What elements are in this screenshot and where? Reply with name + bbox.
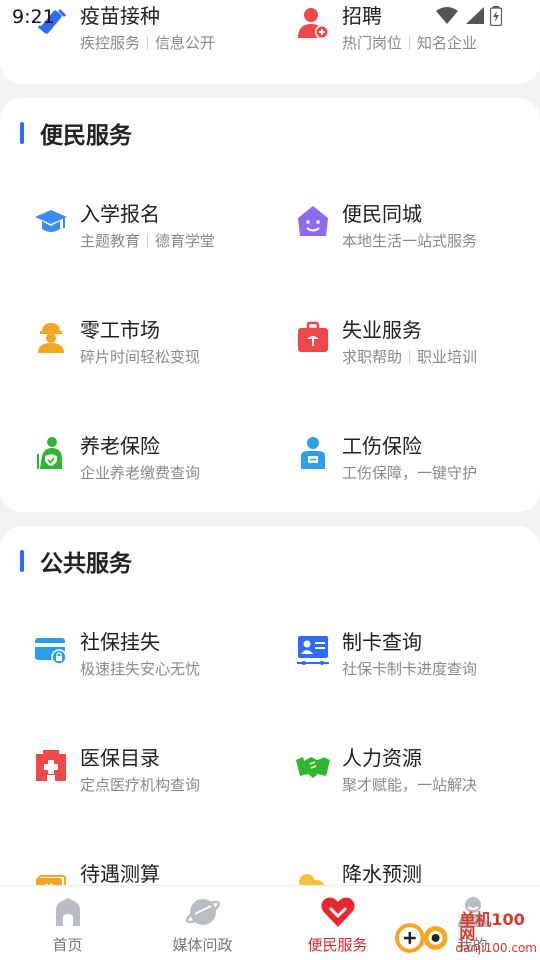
section-title: 公共服务 [40, 551, 132, 577]
sub-text: 本地生活一站式服务 [342, 232, 478, 250]
section-title: 便民服务 [40, 123, 132, 149]
service-title: 失业服务 [342, 318, 422, 342]
sub-text: 知名企业 [417, 34, 478, 52]
sub-text: 热门岗位 [342, 34, 403, 52]
service-pension-insurance[interactable]: 养老保险 企业养老缴费查询 [34, 430, 284, 500]
service-subtitle: 企业养老缴费查询 [80, 462, 200, 483]
service-subtitle: 本地生活一站式服务 [342, 230, 477, 251]
service-subtitle: 碎片时间轻松变现 [80, 346, 200, 367]
sub-text: 工伤保障，一键守护 [342, 464, 478, 482]
heart-hands-icon [320, 897, 355, 927]
planet-icon [185, 899, 220, 925]
injured-person-icon [301, 437, 325, 469]
sub-text: 德育学堂 [155, 232, 216, 250]
elderly-shield-icon [37, 437, 62, 469]
service-gig-market[interactable]: 零工市场 碎片时间轻松变现 [34, 314, 284, 384]
tab-home[interactable]: 首页 [0, 886, 135, 960]
service-title: 零工市场 [80, 318, 160, 342]
system-icons [436, 6, 502, 26]
graduation-cap-icon [35, 210, 67, 232]
wifi-icon [436, 7, 458, 24]
divider [147, 233, 149, 248]
service-title: 养老保险 [80, 434, 160, 458]
home-icon [55, 898, 80, 926]
section-header: 公共服务 [20, 544, 132, 578]
section-header: 便民服务 [20, 116, 132, 150]
sub-text: 极速挂失安心无忧 [80, 660, 201, 678]
tab-media[interactable]: 媒体问政 [135, 886, 270, 960]
briefcase-icon [298, 321, 328, 352]
sub-text: 聚才赋能，一站解决 [342, 776, 478, 794]
divider [409, 35, 411, 50]
section-accent-bar [20, 122, 24, 144]
service-card-loss[interactable]: 社保挂失 极速挂失安心无忧 [34, 626, 284, 696]
handshake-icon [296, 757, 330, 778]
sub-text: 疾控服务 [80, 34, 141, 52]
service-subtitle: 热门岗位 知名企业 [342, 32, 477, 53]
watermark-text-block: 单机100网 danji100.com [455, 910, 540, 956]
divider [409, 349, 411, 364]
sub-text: 职业培训 [417, 348, 478, 366]
watermark-logo-icon [394, 923, 448, 953]
battery-icon [490, 6, 502, 26]
sub-text: 企业养老缴费查询 [80, 464, 201, 482]
service-title: 工伤保险 [342, 434, 422, 458]
id-card-icon [297, 636, 329, 665]
sub-text: 求职帮助 [342, 348, 403, 366]
status-time: 9:21 [12, 6, 55, 28]
status-bar: 9:21 [0, 0, 540, 34]
house-smile-icon [298, 206, 328, 236]
tab-label: 媒体问政 [172, 936, 233, 954]
tab-convenience[interactable]: 便民服务 [270, 886, 405, 960]
convenience-services-card: 便民服务 入学报名 主题教育 德育学堂 便民同城 本地生活一站式服务 零工市场 … [0, 98, 540, 512]
service-title: 社保挂失 [80, 630, 160, 654]
sub-text: 主题教育 [80, 232, 141, 250]
worker-icon [38, 323, 64, 353]
tab-label: 首页 [52, 936, 83, 954]
service-work-injury[interactable]: 工伤保险 工伤保障，一键守护 [296, 430, 540, 500]
service-subtitle: 主题教育 德育学堂 [80, 230, 215, 251]
service-title: 入学报名 [80, 202, 160, 226]
sub-text: 社保卡制卡进度查询 [342, 660, 478, 678]
service-card-query[interactable]: 制卡查询 社保卡制卡进度查询 [296, 626, 540, 696]
service-subtitle: 极速挂失安心无忧 [80, 658, 200, 679]
service-subtitle: 定点医疗机构查询 [80, 774, 200, 795]
watermark: 单机100网 danji100.com [392, 912, 540, 956]
service-subtitle: 聚才赋能，一站解决 [342, 774, 477, 795]
service-enrollment[interactable]: 入学报名 主题教育 德育学堂 [34, 198, 284, 268]
service-subtitle: 社保卡制卡进度查询 [342, 658, 477, 679]
service-title: 降水预测 [342, 862, 422, 886]
service-medical-catalog[interactable]: 医保目录 定点医疗机构查询 [34, 742, 284, 812]
sub-text: 信息公开 [155, 34, 216, 52]
service-title: 制卡查询 [342, 630, 422, 654]
signal-icon [466, 7, 484, 24]
service-human-resources[interactable]: 人力资源 聚才赋能，一站解决 [296, 742, 540, 812]
service-subtitle: 工伤保障，一键守护 [342, 462, 477, 483]
service-title: 便民同城 [342, 202, 422, 226]
public-services-card: 公共服务 社保挂失 极速挂失安心无忧 制卡查询 社保卡制卡进度查询 医保目录 定… [0, 526, 540, 946]
hospital-icon [36, 750, 66, 781]
service-subtitle: 疾控服务 信息公开 [80, 32, 215, 53]
service-subtitle: 求职帮助 职业培训 [342, 346, 477, 367]
service-local-life[interactable]: 便民同城 本地生活一站式服务 [296, 198, 540, 268]
sub-text: 定点医疗机构查询 [80, 776, 201, 794]
service-title: 医保目录 [80, 746, 160, 770]
card-lock-icon [35, 638, 67, 665]
tab-label: 便民服务 [307, 936, 368, 954]
divider [147, 35, 149, 50]
sub-text: 碎片时间轻松变现 [80, 348, 201, 366]
service-title: 人力资源 [342, 746, 422, 770]
section-accent-bar [20, 550, 24, 572]
service-title: 待遇测算 [80, 862, 160, 886]
watermark-sub: danji100.com [455, 941, 537, 955]
service-unemployment[interactable]: 失业服务 求职帮助 职业培训 [296, 314, 540, 384]
watermark-text: 单机100网 [459, 910, 525, 943]
